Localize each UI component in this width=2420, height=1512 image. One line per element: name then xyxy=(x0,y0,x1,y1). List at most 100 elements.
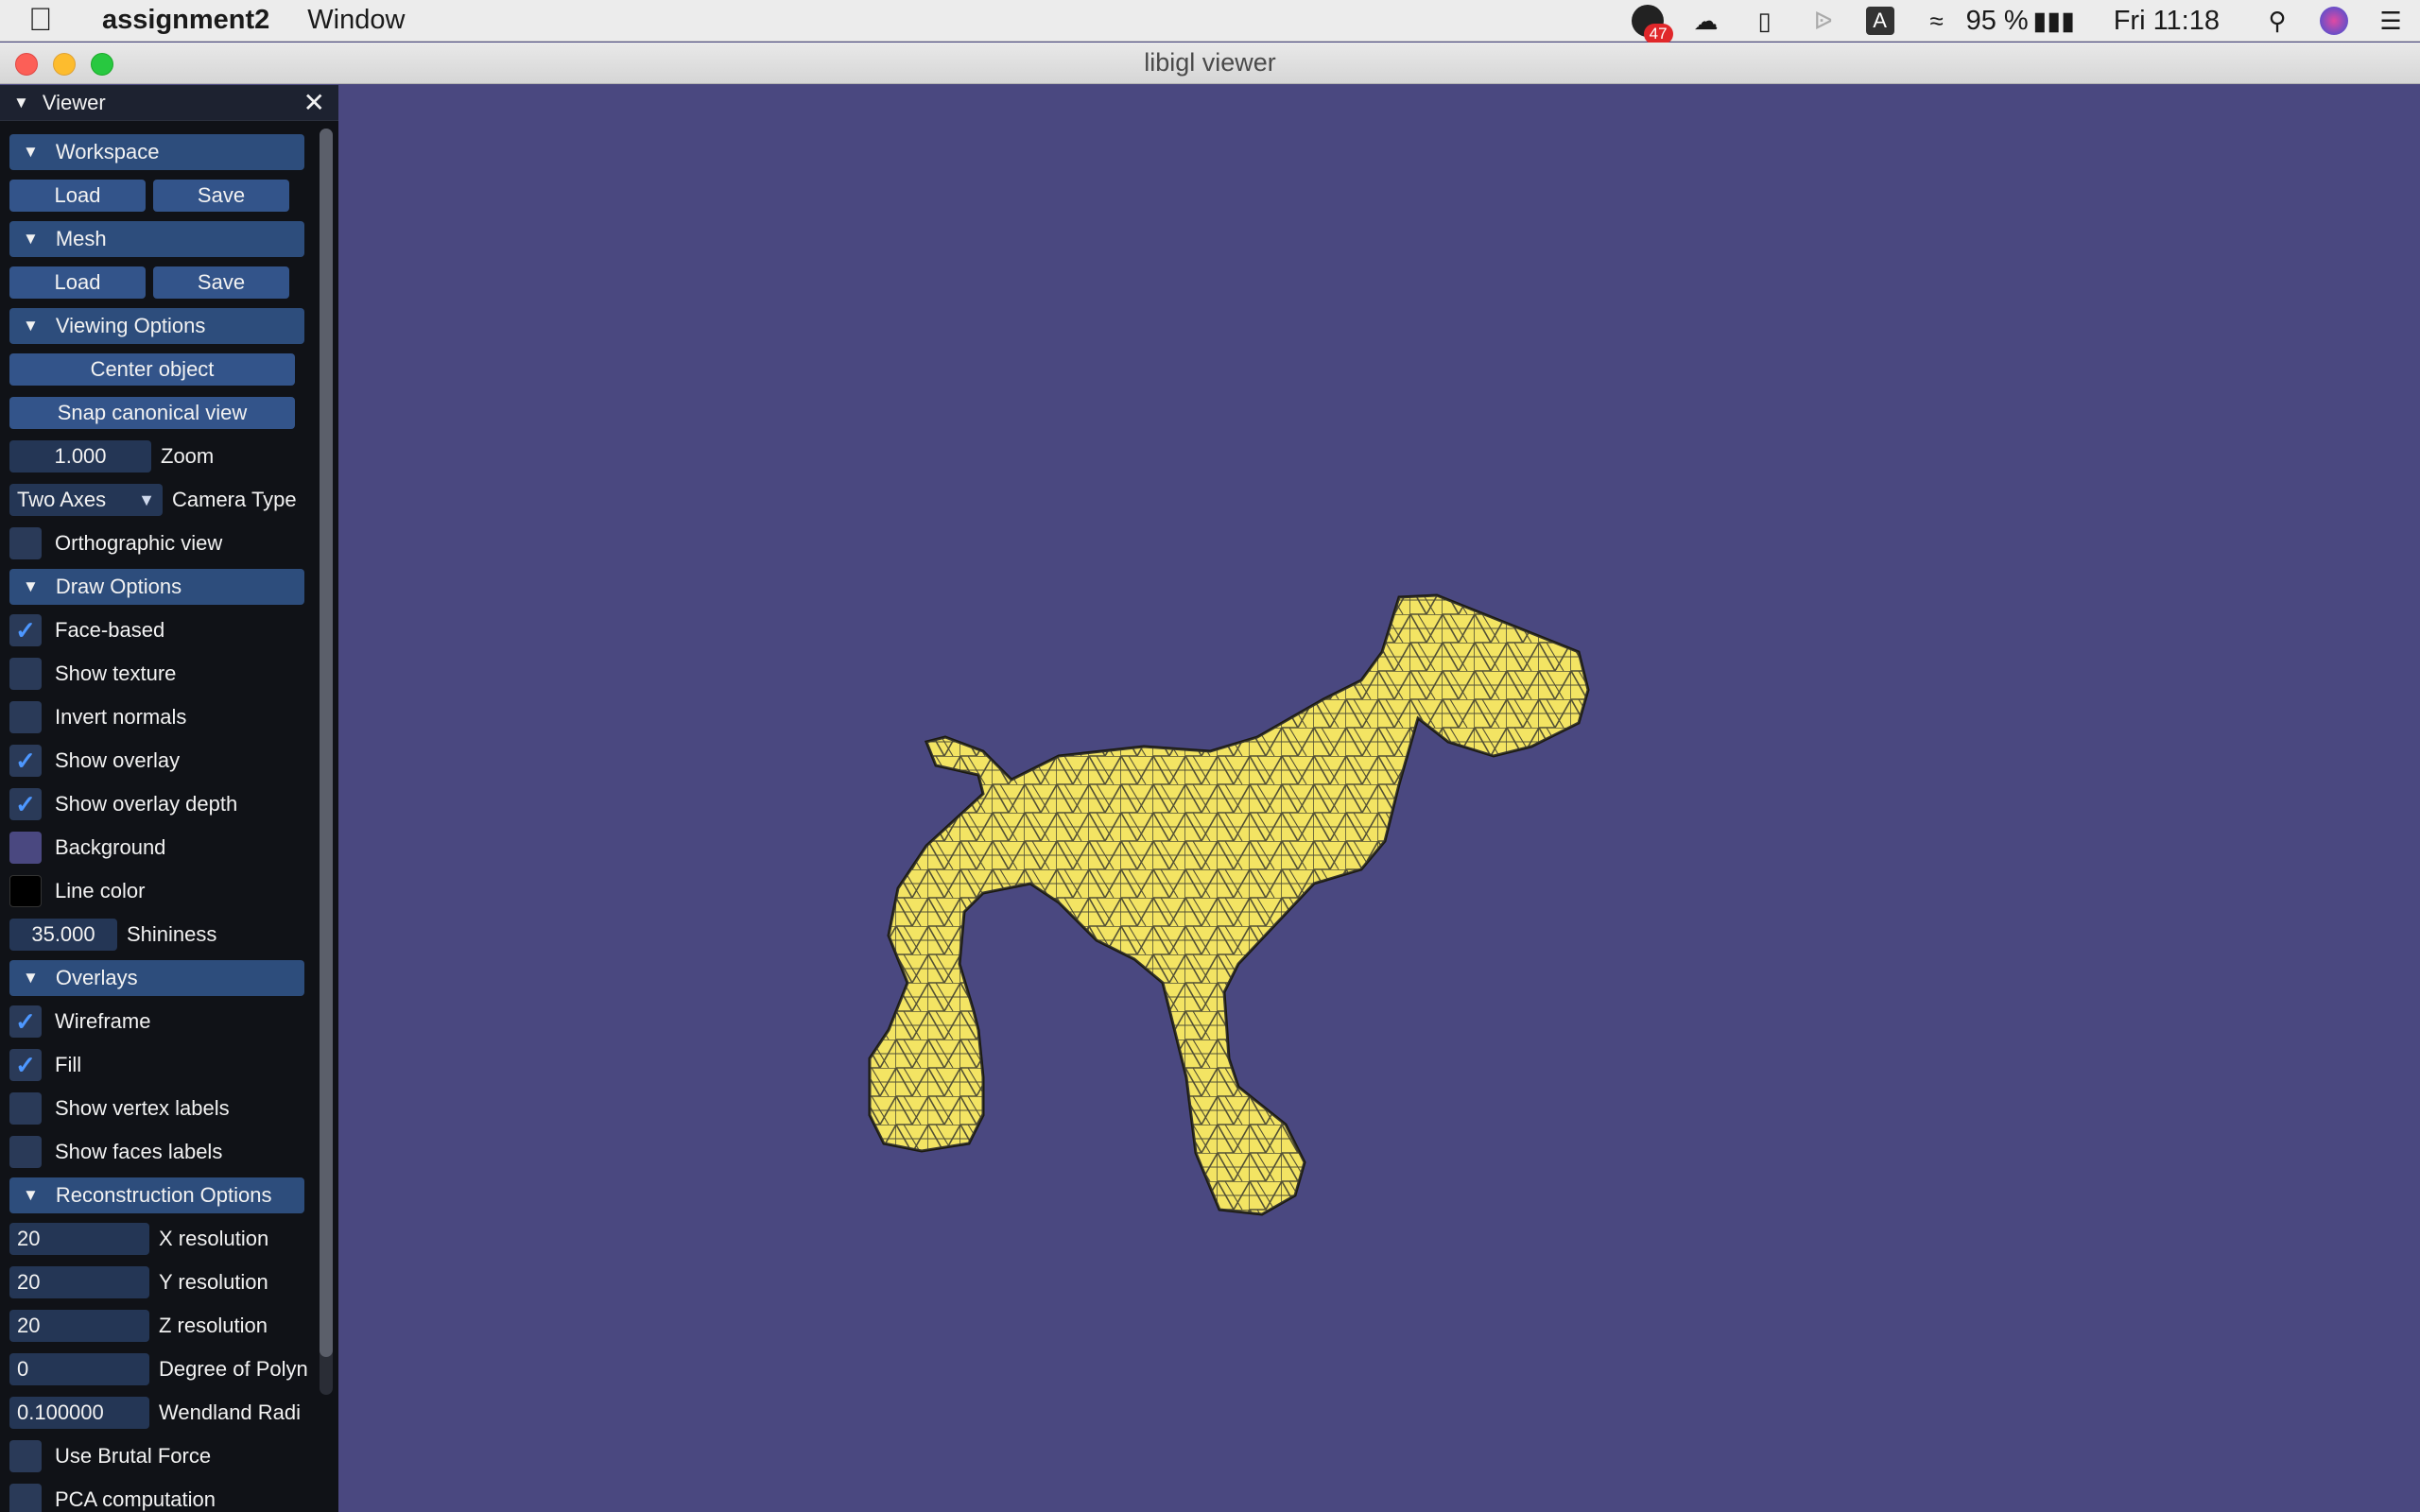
show-overlay-depth-row: ✓ Show overlay depth xyxy=(9,786,312,822)
face-based-checkbox[interactable]: ✓ xyxy=(9,614,42,646)
show-overlay-depth-label: Show overlay depth xyxy=(55,792,238,816)
sync-status-icon[interactable]: ☁ xyxy=(1690,5,1722,37)
center-object-button[interactable]: Center object xyxy=(9,353,295,386)
x-resolution-row: 20 X resolution xyxy=(9,1221,312,1257)
orthographic-checkbox[interactable] xyxy=(9,527,42,559)
cast-icon[interactable]: ▯ xyxy=(1749,5,1781,37)
section-label: Draw Options xyxy=(55,575,182,598)
face-based-row: ✓ Face-based xyxy=(9,612,312,648)
collapse-triangle-icon[interactable]: ▼ xyxy=(13,94,29,112)
wireframe-checkbox[interactable]: ✓ xyxy=(9,1005,42,1038)
workspace-save-button[interactable]: Save xyxy=(153,180,289,212)
brute-force-checkbox[interactable] xyxy=(9,1440,42,1472)
show-texture-checkbox[interactable] xyxy=(9,658,42,690)
workspace-load-button[interactable]: Load xyxy=(9,180,146,212)
panel-header[interactable]: ▼ Viewer ✕ xyxy=(0,85,338,121)
workspace-buttons: Load Save xyxy=(9,178,312,214)
battery-percent: 95 % xyxy=(1965,5,2029,36)
shininess-label: Shininess xyxy=(127,922,217,946)
section-viewing-options[interactable]: ▼ Viewing Options xyxy=(9,308,304,344)
section-workspace[interactable]: ▼ Workspace xyxy=(9,134,304,170)
siri-icon[interactable] xyxy=(2320,7,2348,35)
background-color-swatch[interactable] xyxy=(9,832,42,864)
mesh-buttons: Load Save xyxy=(9,265,312,301)
fill-checkbox[interactable]: ✓ xyxy=(9,1049,42,1081)
scrollbar-thumb[interactable] xyxy=(320,129,333,1357)
clock[interactable]: Fri 11:18 xyxy=(2114,6,2220,37)
zoom-input[interactable]: 1.000 xyxy=(9,440,151,472)
panel-scrollbar[interactable] xyxy=(320,129,333,1395)
wifi-icon[interactable]: ≈ xyxy=(1921,5,1953,37)
wendland-label: Wendland Radi xyxy=(159,1400,302,1424)
x-resolution-label: X resolution xyxy=(159,1227,269,1250)
bluetooth-icon[interactable]: ᐉ xyxy=(1807,5,1840,37)
invert-normals-checkbox[interactable] xyxy=(9,701,42,733)
y-resolution-input[interactable]: 20 xyxy=(9,1266,149,1298)
section-draw-options[interactable]: ▼ Draw Options xyxy=(9,569,304,605)
vertex-labels-label: Show vertex labels xyxy=(55,1096,230,1120)
show-overlay-row: ✓ Show overlay xyxy=(9,743,312,779)
input-source-icon[interactable]: A xyxy=(1865,7,1894,35)
fill-label: Fill xyxy=(55,1053,82,1076)
show-overlay-depth-checkbox[interactable]: ✓ xyxy=(9,788,42,820)
wendland-row: 0.100000 Wendland Radi xyxy=(9,1395,312,1431)
section-mesh[interactable]: ▼ Mesh xyxy=(9,221,304,257)
panel-title: Viewer xyxy=(42,90,106,114)
checkmark-icon: ✓ xyxy=(15,789,36,818)
y-resolution-label: Y resolution xyxy=(159,1270,268,1294)
status-area: 47 ☁ ▯ ᐉ A ≈ 95 % ▮▮▮ Fri 11:18 ⚲ ☰ xyxy=(1618,0,2420,44)
zoom-window-button[interactable] xyxy=(91,53,113,76)
chevron-down-icon: ▼ xyxy=(138,490,155,509)
center-object-row: Center object xyxy=(9,352,312,387)
faces-labels-label: Show faces labels xyxy=(55,1140,223,1163)
invert-normals-row: Invert normals xyxy=(9,699,312,735)
expand-triangle-icon: ▼ xyxy=(23,969,39,987)
apple-menu-icon[interactable]:  xyxy=(28,2,79,39)
section-label: Mesh xyxy=(55,227,107,250)
pca-row: PCA computation xyxy=(9,1482,312,1512)
app-menu[interactable]: assignment2 xyxy=(102,5,269,36)
camera-type-label: Camera Type xyxy=(172,488,297,511)
degree-input[interactable]: 0 xyxy=(9,1353,149,1385)
section-overlays[interactable]: ▼ Overlays xyxy=(9,960,304,996)
shininess-input[interactable]: 35.000 xyxy=(9,919,117,951)
expand-triangle-icon: ▼ xyxy=(23,577,39,595)
battery-icon[interactable]: ▮▮▮ xyxy=(2032,5,2075,37)
viewer-panel: ▼ Viewer ✕ ▼ Workspace Load Save ▼ Mesh … xyxy=(0,85,338,1512)
z-resolution-label: Z resolution xyxy=(159,1314,268,1337)
minimize-window-button[interactable] xyxy=(53,53,76,76)
expand-triangle-icon: ▼ xyxy=(23,230,39,248)
notification-badge: 47 xyxy=(1643,24,1673,44)
close-window-button[interactable] xyxy=(15,53,38,76)
snap-canonical-view-button[interactable]: Snap canonical view xyxy=(9,397,295,429)
viewport-3d[interactable] xyxy=(0,85,2420,1512)
vertex-labels-checkbox[interactable] xyxy=(9,1092,42,1125)
pca-checkbox[interactable] xyxy=(9,1484,42,1512)
window-menu[interactable]: Window xyxy=(307,5,405,36)
line-color-swatch[interactable] xyxy=(9,875,42,907)
degree-label: Degree of Polyn xyxy=(159,1357,308,1381)
camera-type-dropdown[interactable]: Two Axes ▼ xyxy=(9,484,163,516)
mesh-save-button[interactable]: Save xyxy=(153,266,289,299)
orthographic-row: Orthographic view xyxy=(9,525,312,561)
camera-type-row: Two Axes ▼ Camera Type xyxy=(9,482,312,518)
notification-center-icon[interactable]: ☰ xyxy=(2375,5,2407,37)
z-resolution-input[interactable]: 20 xyxy=(9,1310,149,1342)
faces-labels-checkbox[interactable] xyxy=(9,1136,42,1168)
show-overlay-label: Show overlay xyxy=(55,748,181,772)
section-label: Workspace xyxy=(55,140,160,163)
brute-force-row: Use Brutal Force xyxy=(9,1438,312,1474)
mesh-load-button[interactable]: Load xyxy=(9,266,146,299)
wendland-input[interactable]: 0.100000 xyxy=(9,1397,149,1429)
y-resolution-row: 20 Y resolution xyxy=(9,1264,312,1300)
close-icon[interactable]: ✕ xyxy=(303,87,325,118)
x-resolution-input[interactable]: 20 xyxy=(9,1223,149,1255)
invert-normals-label: Invert normals xyxy=(55,705,187,729)
checkmark-icon: ✓ xyxy=(15,1006,36,1036)
section-reconstruction-options[interactable]: ▼ Reconstruction Options xyxy=(9,1177,304,1213)
search-icon[interactable]: ⚲ xyxy=(2261,5,2293,37)
notification-app-icon[interactable]: 47 xyxy=(1631,5,1673,44)
faces-labels-row: Show faces labels xyxy=(9,1134,312,1170)
show-overlay-checkbox[interactable]: ✓ xyxy=(9,745,42,777)
menu-bar:  assignment2 Window 47 ☁ ▯ ᐉ A ≈ 95 % ▮… xyxy=(0,0,2420,44)
